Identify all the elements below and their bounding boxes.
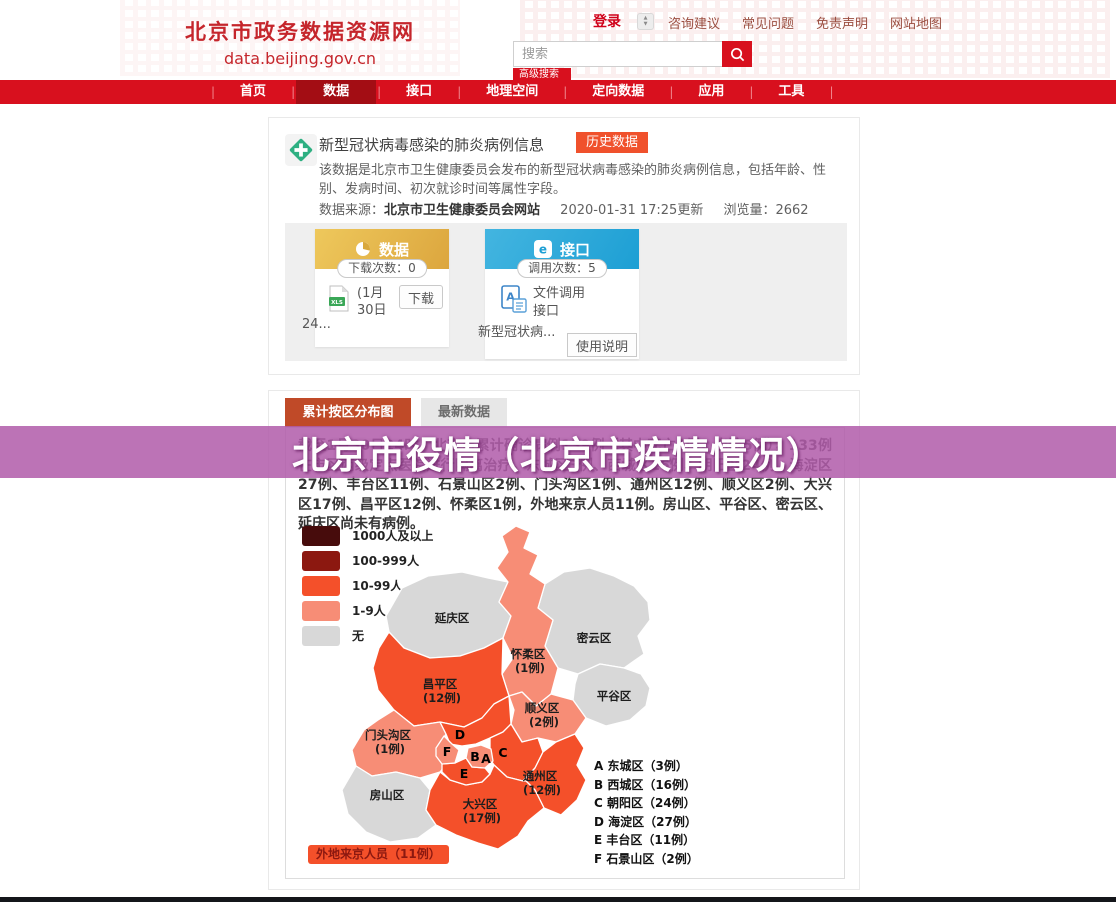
map-label-miyun: 密云区 <box>576 631 612 645</box>
file-api-icon: A <box>501 285 527 313</box>
map-letter-F: F <box>443 744 452 759</box>
dataset-title: 新型冠状病毒感染的肺炎病例信息 <box>319 136 545 154</box>
map-letter-E: E <box>460 766 469 781</box>
map-label-changping: 昌平区 (12例) <box>423 677 462 705</box>
link-sitemap[interactable]: 网站地图 <box>890 13 942 32</box>
nav-separator: | <box>829 85 834 99</box>
api-name-overflow: 新型冠状病... <box>478 325 556 340</box>
district-legend-item: D 海淀区（27例） <box>594 814 697 829</box>
dataset-meta-row: 数据来源：北京市卫生健康委员会网站 2020-01-31 17:25更新 浏览量… <box>319 199 809 218</box>
search-button[interactable] <box>722 41 752 67</box>
nav-item-apps[interactable]: 应用 <box>674 80 748 104</box>
api-badge-icon: e <box>533 240 552 258</box>
dataset-icon-box <box>285 134 317 166</box>
top-utility-links: 咨询建议 常见问题 免责声明 网站地图 <box>668 13 942 32</box>
district-legend-item: B 西城区（16例） <box>594 777 697 792</box>
search-input[interactable] <box>513 41 722 67</box>
dataset-card: 新型冠状病毒感染的肺炎病例信息 历史数据 该数据是北京市卫生健康委员会发布的新型… <box>268 117 860 375</box>
dataset-description: 该数据是北京市卫生健康委员会发布的新型冠状病毒感染的肺炎病例信息，包括年龄、性别… <box>319 163 827 197</box>
main-navbar: | 首页 | 数据 | 接口 | 地理空间 | 定向数据 | 应用 | 工具 | <box>0 80 1116 104</box>
nav-separator: | <box>457 85 462 99</box>
nav-separator: | <box>377 85 382 99</box>
nav-item-tools[interactable]: 工具 <box>754 80 828 104</box>
site-logo-title: 北京市政务数据资源网 <box>185 20 415 44</box>
data-box-title: 数据 <box>378 240 409 259</box>
distribution-content: 截至1月30日24时，北京市累计确诊病例139例（其中死亡1例，出院5例），13… <box>285 427 845 879</box>
data-download-box: 数据 下载次数：0 XLS (1月 30日 下载 24... <box>302 229 449 347</box>
map-label-tongzhou: 通州区 (12例) <box>523 769 562 797</box>
nav-separator: | <box>563 85 568 99</box>
nav-separator: | <box>211 85 216 99</box>
search-icon <box>730 47 744 61</box>
link-faq[interactable]: 常见问题 <box>742 13 794 32</box>
nav-item-geospace[interactable]: 地理空间 <box>462 80 562 104</box>
map-label-shunyi: 顺义区 (2例) <box>525 701 564 729</box>
nav-item-targeted-data[interactable]: 定向数据 <box>568 80 668 104</box>
tab-cumulative-distribution[interactable]: 累计按区分布图 <box>285 398 411 427</box>
updated-time: 2020-01-31 17:25更新 <box>560 203 704 218</box>
map-letter-A: A <box>481 751 491 766</box>
advanced-search-tag[interactable]: 高级搜索 <box>513 68 571 80</box>
link-disclaimer[interactable]: 免责声明 <box>816 13 868 32</box>
api-box: e 接口 调用次数：5 A 文件调用 接口 新型冠状病... 使用说明 <box>478 229 639 359</box>
api-file-label: 文件调用 接口 <box>533 285 605 321</box>
image-watermark-banner: 北京市役情（北京市疾情情况） <box>0 426 1116 478</box>
file-name-overflow: 24... <box>302 317 331 332</box>
view-count: 浏览量：2662 <box>723 203 809 218</box>
map-label-daxing: 大兴区 (17例) <box>463 797 502 825</box>
svg-text:XLS: XLS <box>331 300 343 306</box>
district-legend-item: E 丰台区（11例） <box>594 833 696 847</box>
svg-text:e: e <box>539 243 547 257</box>
download-api-panel: 数据 下载次数：0 XLS (1月 30日 下载 24... e 接口 调用次数… <box>285 223 847 361</box>
map-letter-C: C <box>498 745 507 760</box>
source-label: 数据来源： <box>319 203 385 218</box>
xls-file-icon: XLS <box>329 285 349 312</box>
bottom-edge-bar <box>0 897 1116 902</box>
site-logo-domain: data.beijing.gov.cn <box>223 49 377 68</box>
api-box-title: 接口 <box>559 240 590 259</box>
nav-separator: | <box>669 85 674 99</box>
district-letter-legend: A 东城区（3例） B 西城区（16例） C 朝阳区（24例） D 海淀区（27… <box>594 757 699 868</box>
district-legend-item: F 石景山区（2例） <box>594 851 699 866</box>
link-consult[interactable]: 咨询建议 <box>668 13 720 32</box>
download-button[interactable]: 下载 <box>399 285 443 309</box>
pie-chart-icon <box>355 242 370 256</box>
call-count-pill: 调用次数：5 <box>517 259 607 278</box>
download-count-pill: 下载次数：0 <box>337 259 427 278</box>
map-label-huairou: 怀柔区 (1例) <box>511 647 550 675</box>
medical-cross-icon <box>289 138 313 162</box>
map-letter-D: D <box>455 727 465 742</box>
nav-separator: | <box>291 85 296 99</box>
map-label-pinggu: 平谷区 <box>597 689 632 703</box>
nav-item-api[interactable]: 接口 <box>382 80 456 104</box>
district-miyun <box>537 567 651 675</box>
district-legend-item: A 东城区（3例） <box>594 759 688 773</box>
map-label-fangshan: 房山区 <box>370 788 405 802</box>
outside-beijing-badge: 外地来京人员（11例） <box>308 845 449 864</box>
api-file-label-line2: 接口 <box>533 304 560 319</box>
usage-instructions-button[interactable]: 使用说明 <box>567 333 637 357</box>
search-bar <box>513 41 752 67</box>
tab-latest-data[interactable]: 最新数据 <box>421 398 507 427</box>
map-label-yanqing: 延庆区 <box>434 611 470 625</box>
map-letter-B: B <box>470 749 480 764</box>
file-date-text: (1月 30日 <box>357 286 387 318</box>
district-legend-item: C 朝阳区（24例） <box>594 796 696 810</box>
nav-item-home[interactable]: 首页 <box>216 80 290 104</box>
nav-separator: | <box>749 85 754 99</box>
site-logo[interactable]: 北京市政务数据资源网 data.beijing.gov.cn <box>150 16 450 68</box>
history-data-badge: 历史数据 <box>576 132 649 153</box>
source-name: 北京市卫生健康委员会网站 <box>384 203 541 218</box>
nav-item-data[interactable]: 数据 <box>296 80 377 104</box>
api-file-label-line1: 文件调用 <box>533 286 586 301</box>
login-link[interactable]: 登录 <box>593 11 621 31</box>
font-size-stepper-icon[interactable]: ▲ ▼ <box>637 12 654 30</box>
